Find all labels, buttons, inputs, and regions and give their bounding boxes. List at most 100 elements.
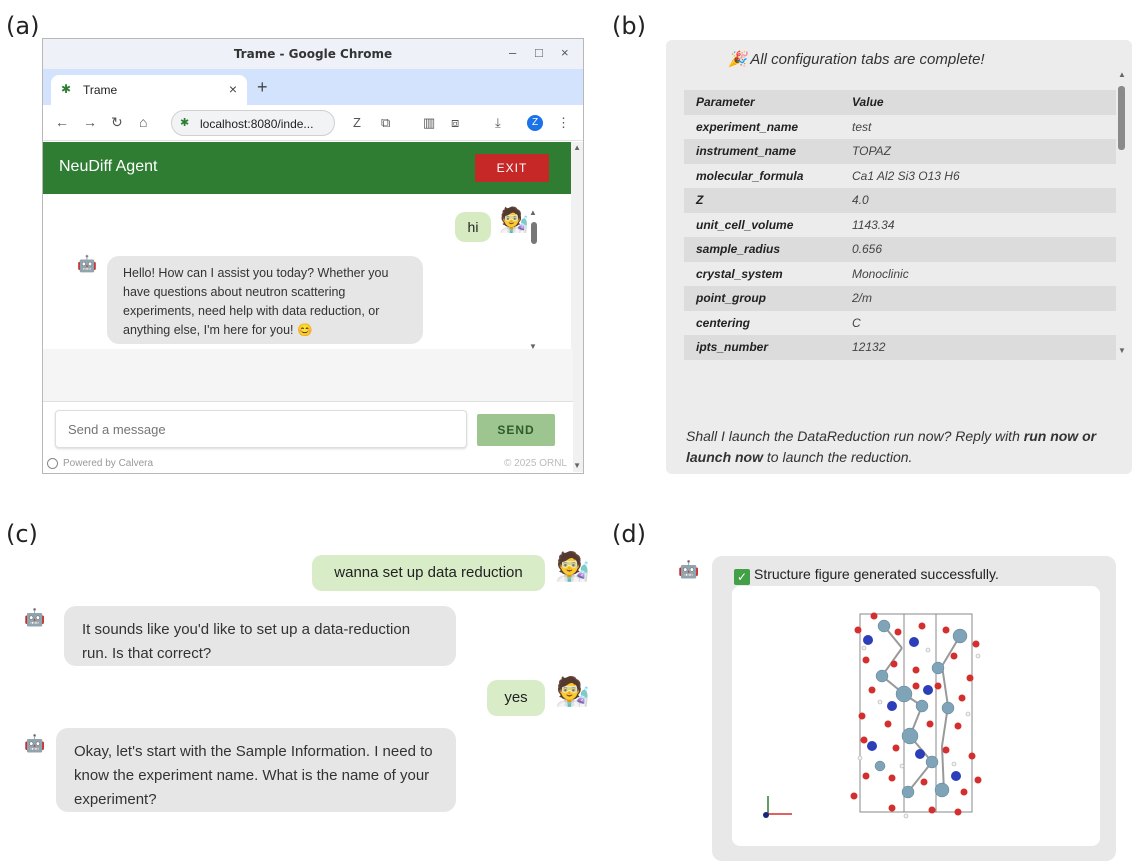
download-icon[interactable]: ⤓ [495,115,501,131]
config-table: Parameter Value experiment_name test inst… [684,90,1116,360]
param-name: experiment_name [696,119,799,134]
crystal-structure-figure [763,612,982,819]
bot-avatar-icon: 🤖 [678,560,700,579]
table-scrollbar-thumb[interactable] [1118,86,1125,150]
scientist-avatar-icon: 🧑‍🔬 [499,207,529,234]
param-name: sample_radius [696,242,781,256]
user-message-bubble: hi [455,212,491,242]
check-icon: ✓ [734,569,750,585]
config-complete-message: 🎉 All configuration tabs are complete! [728,51,985,68]
site-icon: ✱ [180,117,190,129]
table-row: unit_cell_volume 1143.34 [684,213,1116,238]
param-value: TOPAZ [852,144,891,158]
powered-by-text: Powered by Calvera [63,458,154,469]
chat-scrollbar-thumb[interactable] [531,222,537,244]
structure-figure-card [732,586,1100,846]
reading-mode-icon[interactable]: ▥ [423,115,435,131]
window-titlebar: Trame - Google Chrome – □ × [43,39,583,69]
bot-avatar-icon: 🤖 [24,608,46,627]
param-name: crystal_system [696,266,783,281]
user-message-bubble: wanna set up data reduction [312,555,545,591]
tab-close-icon[interactable]: × [229,81,237,97]
panel-label-a: (a) [6,12,40,40]
calvera-logo-icon [47,458,58,469]
bot-message-bubble: Okay, let's start with the Sample Inform… [56,728,456,812]
back-icon[interactable]: ← [55,114,69,130]
param-value: 12132 [852,340,886,354]
param-value: 0.656 [852,242,883,256]
panel-label-c: (c) [6,520,38,548]
question-suffix-text: to launch the reduction. [763,449,913,465]
header-value: Value [852,95,884,109]
param-value: 4.0 [852,193,869,207]
app-footer: Powered by Calvera © 2025 ORNL [43,455,573,473]
browser-window: Trame - Google Chrome – □ × ✱ Trame × + … [42,38,584,474]
panel-label-d: (d) [612,520,646,548]
browser-tab[interactable]: ✱ Trame × [51,75,247,105]
table-row: crystal_system Monoclinic [684,262,1116,287]
chat-scroll-down-icon[interactable]: ▼ [529,342,537,351]
window-title: Trame - Google Chrome [233,47,393,61]
exit-button[interactable]: EXIT [475,154,549,182]
close-window-button[interactable]: × [561,45,569,60]
bot-avatar-icon: 🤖 [77,256,97,273]
tab-search-icon[interactable]: ⧈ [451,115,459,131]
param-name: Z [696,193,704,207]
param-value: Ca1 Al2 Si3 O13 H6 [852,168,960,183]
table-row: centering C [684,311,1116,336]
header-parameter: Parameter [696,95,755,109]
address-bar[interactable]: ✱ localhost:8080/inde... [171,110,335,136]
panel-label-b: (b) [612,12,646,40]
app-title: NeuDiff Agent [59,158,158,175]
table-scroll-up-icon[interactable]: ▲ [1118,70,1126,79]
user-message-bubble: yes [487,680,545,716]
send-button[interactable]: SEND [477,414,555,446]
maximize-button[interactable]: □ [535,45,543,60]
param-name: instrument_name [696,144,797,158]
copyright-text: © 2025 ORNL [504,458,567,469]
structure-status: ✓ Structure figure generated successfully… [734,566,999,585]
param-value: Monoclinic [852,266,909,281]
bot-message-bubble: It sounds like you'd like to set up a da… [64,606,456,666]
param-name: centering [696,315,751,330]
table-row: molecular_formula Ca1 Al2 Si3 O13 H6 [684,164,1116,189]
message-input[interactable] [55,410,467,448]
new-tab-button[interactable]: + [257,77,268,98]
param-value: 1143.34 [852,217,895,232]
chat-scroll-up-icon[interactable]: ▲ [529,208,537,217]
home-icon[interactable]: ⌂ [139,114,147,130]
tab-strip: ✱ Trame × + [43,69,583,105]
param-value: C [852,315,861,330]
param-name: molecular_formula [696,168,804,183]
table-row: sample_radius 0.656 [684,237,1116,262]
extensions-puzzle-icon[interactable]: ⧉ [381,115,390,131]
forward-icon[interactable]: → [83,114,97,130]
chat-log: hi 🧑‍🔬 🤖 Hello! How can I assist you tod… [53,194,555,351]
profile-avatar[interactable]: Z [527,115,543,131]
extension-z-icon[interactable]: Z [353,115,361,130]
launch-question: Shall I launch the DataReduction run now… [686,426,1116,468]
app-header: NeuDiff Agent EXIT [43,142,573,194]
table-row: point_group 2/m [684,286,1116,311]
param-value: 2/m [852,291,873,305]
scientist-avatar-icon: 🧑‍🔬 [555,551,590,582]
menu-dots-icon[interactable]: ⋮ [557,115,570,131]
scientist-avatar-icon: 🧑‍🔬 [555,676,590,707]
browser-toolbar: ← → ↻ ⌂ ✱ localhost:8080/inde... Z ⧉ ▥ ⧈… [43,105,583,141]
minimize-button[interactable]: – [509,45,516,60]
config-summary-panel: 🎉 All configuration tabs are complete! P… [666,40,1132,474]
table-header: Parameter Value [684,90,1116,115]
param-name: ipts_number [696,340,769,354]
table-row: experiment_name test [684,115,1116,140]
page-scroll-down-icon[interactable]: ▼ [573,461,581,470]
page-scroll-up-icon[interactable]: ▲ [573,143,581,152]
table-row: instrument_name TOPAZ [684,139,1116,164]
message-composer: SEND [43,401,573,455]
reload-icon[interactable]: ↻ [111,114,123,131]
table-scroll-down-icon[interactable]: ▼ [1118,346,1126,355]
tab-title: Trame [83,83,118,97]
param-name: unit_cell_volume [696,217,794,232]
param-value: test [852,119,872,134]
table-row: Z 4.0 [684,188,1116,213]
table-row: ipts_number 12132 [684,335,1116,360]
